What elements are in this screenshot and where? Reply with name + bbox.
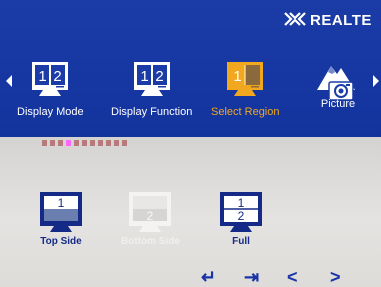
page-dot: [106, 140, 111, 146]
brand-name: REALTE: [310, 12, 372, 29]
page-dot: [90, 140, 95, 146]
top-side-monitor-icon: 1: [40, 192, 82, 232]
menu-scroll-left-icon[interactable]: [6, 75, 12, 87]
page-dot-active: [66, 140, 71, 146]
menu-scroll-right-icon[interactable]: [373, 75, 379, 87]
option-label: Top Side: [40, 236, 82, 247]
page-dot: [98, 140, 103, 146]
menu-item-label: Display Function: [111, 106, 193, 118]
page-dot: [82, 140, 87, 146]
option-bottom-side[interactable]: 2 Bottom Side: [121, 190, 180, 247]
exit-icon[interactable]: ⇥: [244, 268, 259, 286]
page-dot: [114, 140, 119, 146]
option-full[interactable]: 1 2 Full: [214, 190, 268, 247]
brand-logo: REALTE: [284, 11, 372, 29]
left-icon[interactable]: <: [287, 268, 298, 286]
menu-page-indicator: [42, 140, 152, 147]
right-icon[interactable]: >: [330, 268, 341, 286]
brand-emblem-icon: [284, 12, 306, 26]
svg-text:2: 2: [54, 68, 62, 85]
option-label: Bottom Side: [121, 236, 180, 247]
page-dot: [74, 140, 79, 146]
select-region-monitor-icon: 1: [227, 62, 264, 96]
menu-item-display-function[interactable]: 1 2 Display Function: [111, 60, 192, 118]
two-region-monitor-icon: 1 2: [32, 62, 69, 96]
menu-item-label: Display Mode: [17, 106, 84, 118]
two-region-monitor-icon: 1 2: [133, 62, 170, 96]
full-monitor-icon: 1 2: [220, 192, 262, 232]
option-top-side[interactable]: 1 Top Side: [34, 190, 88, 247]
bottom-side-monitor-icon: 2: [129, 192, 172, 232]
svg-text:1: 1: [234, 68, 242, 85]
svg-text:1: 1: [39, 68, 47, 85]
option-label: Full: [232, 236, 250, 247]
svg-text:1: 1: [58, 196, 65, 210]
menu-item-label: Select Region: [211, 106, 280, 118]
page-dot: [50, 140, 55, 146]
svg-text:1: 1: [140, 68, 148, 85]
svg-text:2: 2: [147, 209, 154, 223]
svg-text:1: 1: [238, 196, 245, 210]
menu-item-picture[interactable]: Picture: [311, 52, 365, 110]
menu-item-label: Picture: [320, 98, 356, 110]
menu-item-select-region[interactable]: 1 Select Region: [211, 60, 280, 118]
enter-icon[interactable]: ↵: [201, 268, 216, 286]
page-dot: [58, 140, 63, 146]
page-dot: [42, 140, 47, 146]
svg-text:2: 2: [155, 68, 163, 85]
svg-text:2: 2: [238, 209, 245, 223]
page-dot: [122, 140, 127, 146]
menu-item-display-mode[interactable]: 1 2 Display Mode: [17, 60, 84, 118]
